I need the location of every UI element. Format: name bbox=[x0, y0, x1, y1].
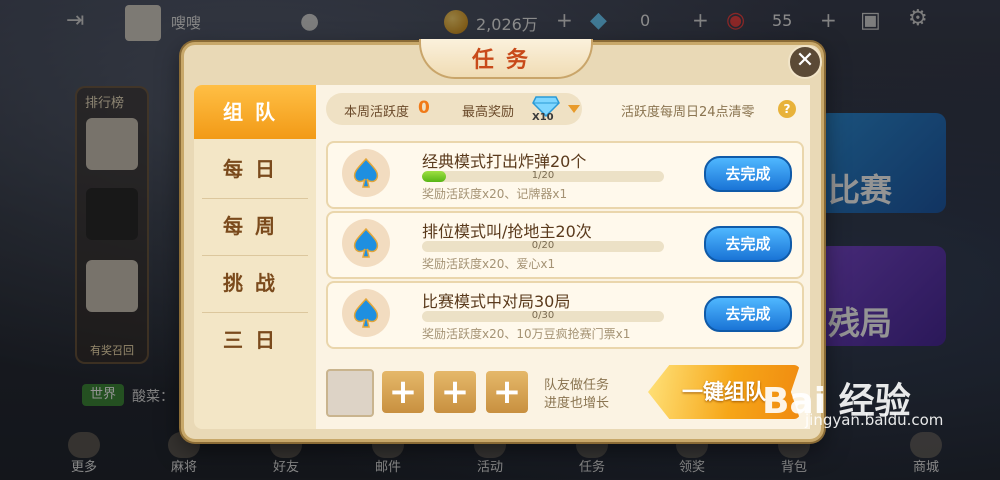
task-content: 本周活跃度 0 最高奖励 X10 活跃度每周日24点清零 ? 经典模式打出炸弹2… bbox=[316, 85, 810, 429]
progress-text: 1/20 bbox=[531, 170, 555, 181]
task-dialog: 任务 ✕ 组队 每日 每周 挑战 三日 本周活跃度 0 最高奖励 X10 活跃度… bbox=[181, 39, 824, 442]
team-note-line2: 进度也增长 bbox=[544, 396, 610, 411]
reset-note: 活跃度每周日24点清零 bbox=[621, 105, 755, 120]
team-row: + + + 队友做任务 进度也增长 一键组队 bbox=[326, 363, 800, 425]
my-avatar bbox=[326, 369, 374, 417]
tab-daily[interactable]: 每日 bbox=[194, 142, 316, 196]
go-complete-button[interactable]: 去完成 bbox=[704, 156, 792, 192]
spade-icon bbox=[342, 149, 390, 197]
add-teammate-button[interactable]: + bbox=[382, 371, 424, 413]
help-icon[interactable]: ? bbox=[778, 100, 796, 118]
chevron-down-icon[interactable] bbox=[568, 105, 580, 113]
add-teammate-button[interactable]: + bbox=[486, 371, 528, 413]
task-title: 排位模式叫/抢地主20次 bbox=[422, 222, 592, 241]
tab-weekly[interactable]: 每周 bbox=[194, 199, 316, 253]
watermark-url: jingyan.baidu.com bbox=[805, 411, 944, 429]
go-complete-button[interactable]: 去完成 bbox=[704, 296, 792, 332]
week-activity-label: 本周活跃度 bbox=[344, 105, 410, 120]
progress-text: 0/20 bbox=[531, 240, 555, 251]
week-activity-value: 0 bbox=[418, 98, 430, 118]
task-row: 排位模式叫/抢地主20次 0/20 奖励活跃度x20、爱心x1 去完成 bbox=[326, 211, 804, 279]
activity-summary: 本周活跃度 0 最高奖励 X10 bbox=[326, 93, 582, 125]
add-teammate-button[interactable]: + bbox=[434, 371, 476, 413]
close-button[interactable]: ✕ bbox=[788, 45, 822, 79]
spade-icon bbox=[342, 289, 390, 337]
go-complete-button[interactable]: 去完成 bbox=[704, 226, 792, 262]
team-note: 队友做任务 进度也增长 bbox=[544, 377, 609, 413]
task-title: 比赛模式中对局30局 bbox=[422, 292, 571, 311]
tab-challenge[interactable]: 挑战 bbox=[194, 256, 316, 310]
task-reward: 奖励活跃度x20、记牌器x1 bbox=[422, 187, 568, 201]
progress-text: 0/30 bbox=[531, 310, 555, 321]
task-row: 经典模式打出炸弹20个 1/20 奖励活跃度x20、记牌器x1 去完成 bbox=[326, 141, 804, 209]
max-reward-label: 最高奖励 bbox=[462, 105, 515, 120]
dialog-title: 任务 bbox=[471, 48, 540, 73]
tab-team[interactable]: 组队 bbox=[194, 85, 316, 139]
max-reward-multiplier: X10 bbox=[532, 112, 554, 123]
tab-three-day[interactable]: 三日 bbox=[194, 313, 316, 367]
title-plate: 任务 bbox=[419, 39, 593, 79]
task-row: 比赛模式中对局30局 0/30 奖励活跃度x20、10万豆疯抢赛门票x1 去完成 bbox=[326, 281, 804, 349]
team-note-line1: 队友做任务 bbox=[544, 378, 610, 393]
task-title: 经典模式打出炸弹20个 bbox=[422, 152, 587, 171]
category-sidebar: 组队 每日 每周 挑战 三日 bbox=[194, 85, 316, 429]
task-reward: 奖励活跃度x20、爱心x1 bbox=[422, 257, 556, 271]
spade-icon bbox=[342, 219, 390, 267]
task-reward: 奖励活跃度x20、10万豆疯抢赛门票x1 bbox=[422, 327, 631, 341]
